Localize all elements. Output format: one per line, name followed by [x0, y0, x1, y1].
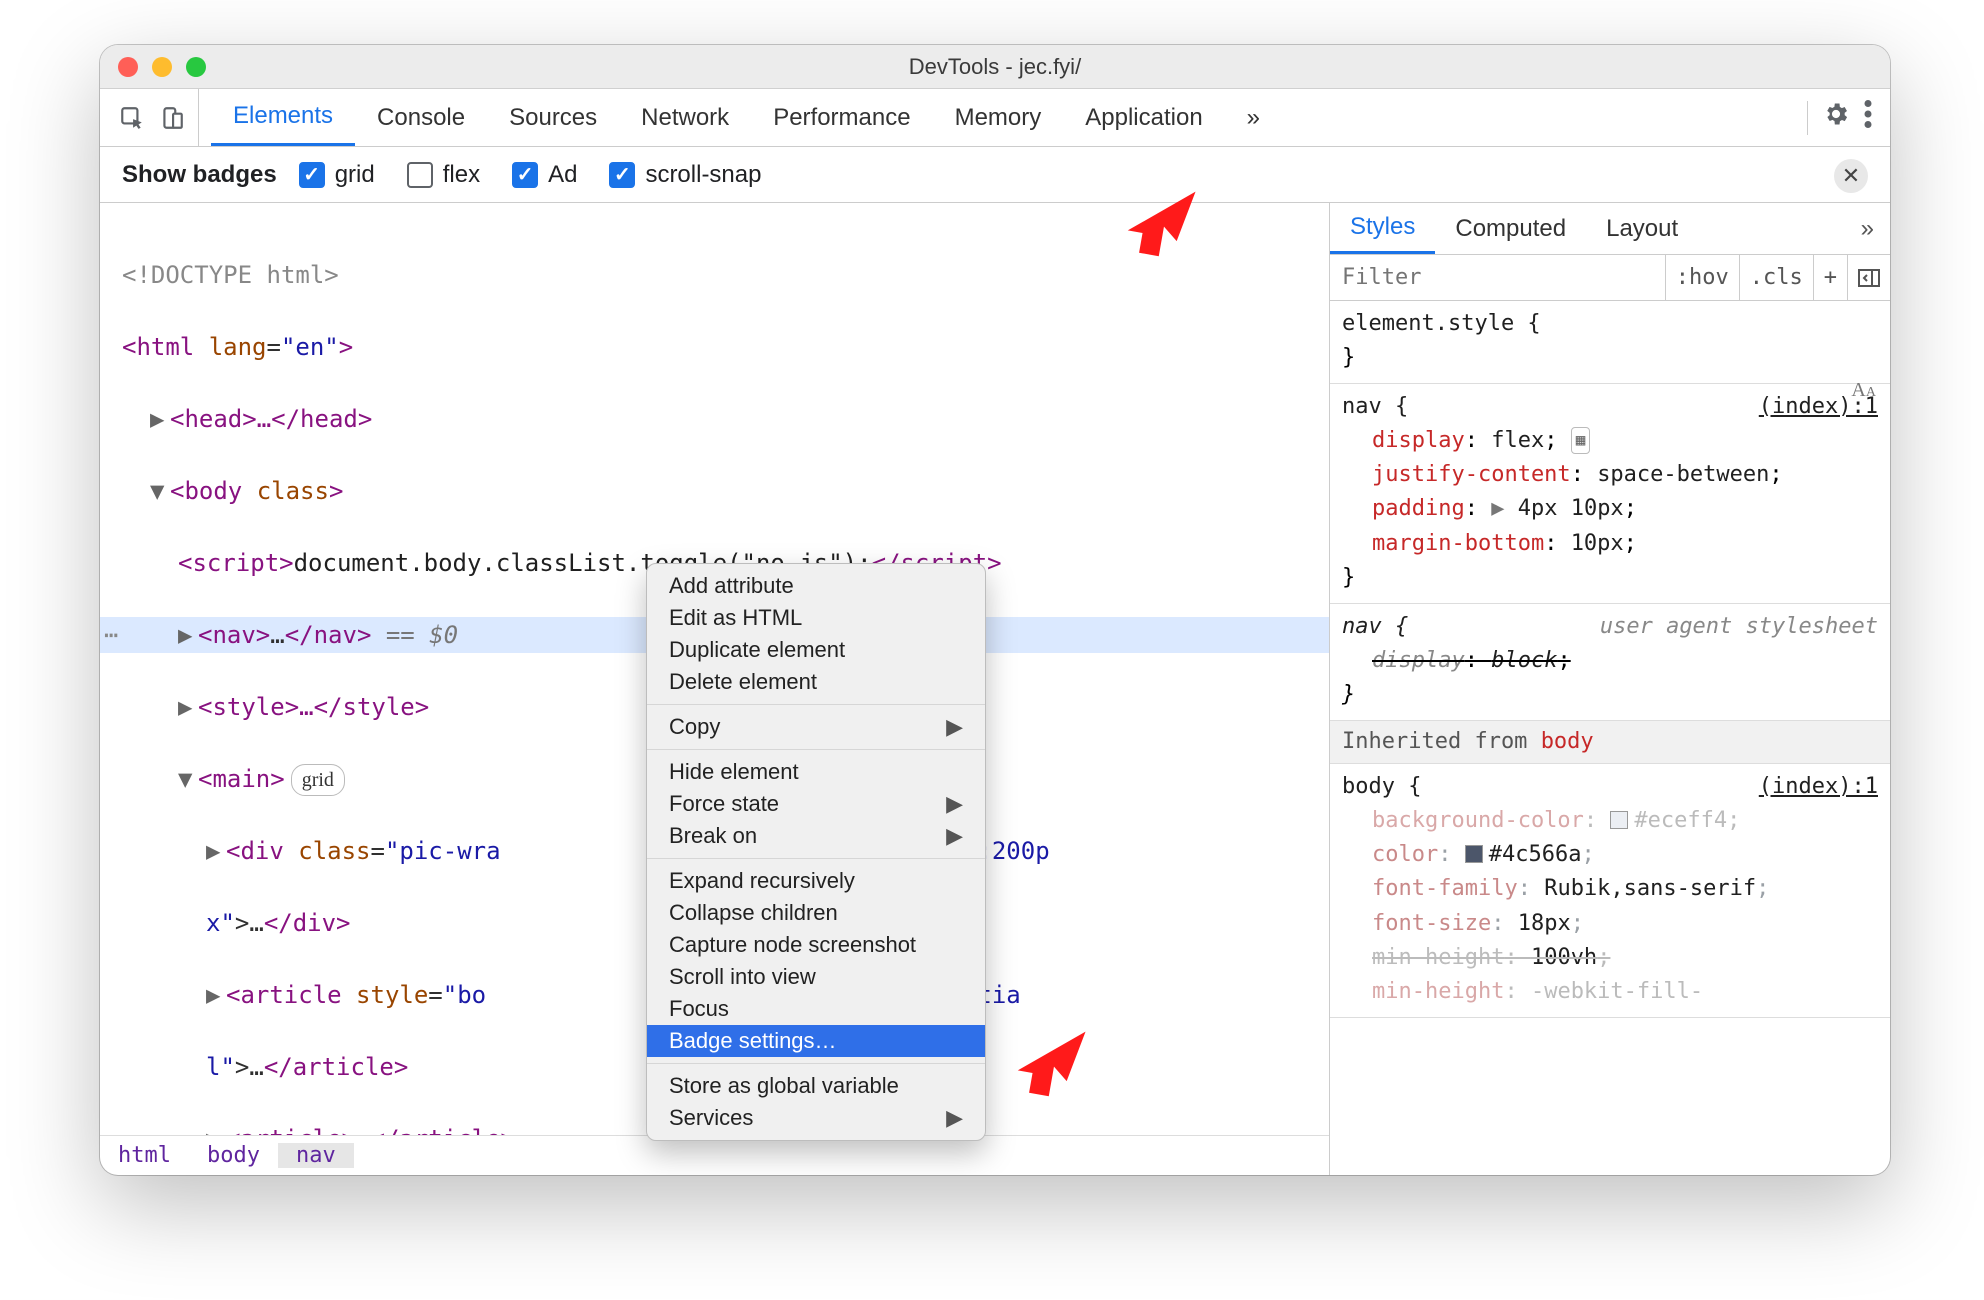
dom-head[interactable]: ▶<head>…</head>: [100, 401, 1329, 437]
prop-padding[interactable]: padding: ▶ 4px 10px;: [1342, 492, 1878, 526]
cls-toggle[interactable]: .cls: [1739, 255, 1813, 300]
ctx-break-on[interactable]: Break on▶: [647, 820, 985, 852]
more-options-icon[interactable]: [1864, 100, 1872, 135]
prop-font-family[interactable]: font-family: Rubik,sans-serif;: [1342, 872, 1878, 906]
ctx-hide-element[interactable]: Hide element: [647, 756, 985, 788]
new-rule-button[interactable]: +: [1813, 255, 1847, 300]
crumb-nav[interactable]: nav: [278, 1143, 354, 1168]
context-menu: Add attribute Edit as HTML Duplicate ele…: [646, 563, 986, 1141]
devtools-window: DevTools - jec.fyi/ Elements Console Sou…: [100, 45, 1890, 1175]
toolbar-right: [1807, 100, 1890, 135]
ctx-duplicate-element[interactable]: Duplicate element: [647, 634, 985, 666]
grid-badge[interactable]: grid: [291, 764, 345, 796]
ctx-services[interactable]: Services▶: [647, 1102, 985, 1134]
color-swatch-icon[interactable]: [1610, 811, 1628, 829]
styles-pane: Styles Computed Layout » :hov .cls + ele…: [1330, 203, 1890, 1175]
rule-nav[interactable]: nav {(index):1 display: flex; ▦ justify-…: [1330, 384, 1890, 604]
device-toolbar-icon[interactable]: [156, 102, 188, 134]
styles-body[interactable]: element.style { } AA nav {(index):1 disp…: [1330, 301, 1890, 1175]
show-badges-bar: Show badges grid flex Ad scroll-snap ✕: [100, 147, 1890, 203]
prop-margin-bottom[interactable]: margin-bottom: 10px;: [1342, 527, 1878, 561]
tab-performance[interactable]: Performance: [751, 89, 932, 146]
flex-editor-icon[interactable]: ▦: [1571, 427, 1591, 454]
styles-filter-row: :hov .cls +: [1330, 255, 1890, 301]
checkbox-scroll-snap[interactable]: [609, 162, 635, 188]
styles-tab-styles[interactable]: Styles: [1330, 203, 1435, 254]
titlebar: DevTools - jec.fyi/: [100, 45, 1890, 89]
ctx-edit-as-html[interactable]: Edit as HTML: [647, 602, 985, 634]
ctx-capture-screenshot[interactable]: Capture node screenshot: [647, 929, 985, 961]
tab-application[interactable]: Application: [1063, 89, 1224, 146]
ctx-copy[interactable]: Copy▶: [647, 711, 985, 743]
prop-display[interactable]: display: flex; ▦: [1342, 424, 1878, 458]
badge-option-flex[interactable]: flex: [407, 161, 480, 189]
ctx-force-state[interactable]: Force state▶: [647, 788, 985, 820]
ctx-collapse-children[interactable]: Collapse children: [647, 897, 985, 929]
rule-body[interactable]: body {(index):1 background-color: #eceff…: [1330, 764, 1890, 1018]
rule-nav-ua[interactable]: nav {user agent stylesheet display: bloc…: [1330, 604, 1890, 721]
submenu-arrow-icon: ▶: [946, 823, 963, 849]
dom-body-open[interactable]: ▼<body class>: [100, 473, 1329, 509]
close-badges-bar-button[interactable]: ✕: [1834, 159, 1868, 193]
tab-network[interactable]: Network: [619, 89, 751, 146]
color-swatch-icon[interactable]: [1465, 845, 1483, 863]
prop-font-size[interactable]: font-size: 18px;: [1342, 907, 1878, 941]
tabs-overflow-icon[interactable]: »: [1225, 89, 1282, 146]
badge-option-ad[interactable]: Ad: [512, 161, 577, 189]
checkbox-ad[interactable]: [512, 162, 538, 188]
main-toolbar: Elements Console Sources Network Perform…: [100, 89, 1890, 147]
sidebar-toggle-icon[interactable]: [1847, 255, 1890, 300]
styles-tab-computed[interactable]: Computed: [1435, 203, 1586, 254]
prop-display-block-ua[interactable]: display: block;: [1342, 644, 1878, 678]
panel-tabs: Elements Console Sources Network Perform…: [211, 89, 1807, 146]
styles-tabs-overflow-icon[interactable]: »: [1861, 215, 1890, 243]
checkbox-flex[interactable]: [407, 162, 433, 188]
tab-elements[interactable]: Elements: [211, 89, 355, 146]
show-badges-label: Show badges: [122, 161, 277, 189]
badge-option-grid[interactable]: grid: [299, 161, 375, 189]
prop-min-height-2[interactable]: min-height: -webkit-fill-: [1342, 975, 1878, 1009]
rule-source-link-body[interactable]: (index):1: [1759, 770, 1878, 804]
prop-bgcolor[interactable]: background-color: #eceff4;: [1342, 804, 1878, 838]
window-title: DevTools - jec.fyi/: [100, 54, 1890, 80]
hov-toggle[interactable]: :hov: [1665, 255, 1739, 300]
crumb-body[interactable]: body: [189, 1143, 278, 1168]
selected-row-gutter-icon: ⋯: [104, 617, 118, 653]
breadcrumbs: html body nav: [100, 1135, 1329, 1175]
ctx-expand-recursively[interactable]: Expand recursively: [647, 865, 985, 897]
ctx-badge-settings[interactable]: Badge settings…: [647, 1025, 985, 1057]
prop-min-height-struck[interactable]: min-height: 100vh;: [1342, 941, 1878, 975]
styles-tab-layout[interactable]: Layout: [1586, 203, 1698, 254]
ctx-focus[interactable]: Focus: [647, 993, 985, 1025]
checkbox-grid[interactable]: [299, 162, 325, 188]
prop-color[interactable]: color: #4c566a;: [1342, 838, 1878, 872]
settings-gear-icon[interactable]: [1822, 100, 1850, 135]
tab-sources[interactable]: Sources: [487, 89, 619, 146]
dom-html-open[interactable]: <html lang="en">: [100, 329, 1329, 365]
styles-filter-input[interactable]: [1330, 265, 1665, 290]
toolbar-left-tools: [100, 89, 199, 146]
ctx-store-global[interactable]: Store as global variable: [647, 1070, 985, 1102]
tab-memory[interactable]: Memory: [933, 89, 1064, 146]
ctx-delete-element[interactable]: Delete element: [647, 666, 985, 698]
styles-tabs: Styles Computed Layout »: [1330, 203, 1890, 255]
crumb-html[interactable]: html: [100, 1143, 189, 1168]
annotation-arrow-top: [1110, 175, 1200, 265]
inspect-element-icon[interactable]: [116, 102, 148, 134]
badge-option-scroll-snap[interactable]: scroll-snap: [609, 161, 761, 189]
submenu-arrow-icon: ▶: [946, 1105, 963, 1131]
ctx-scroll-into-view[interactable]: Scroll into view: [647, 961, 985, 993]
tab-console[interactable]: Console: [355, 89, 487, 146]
submenu-arrow-icon: ▶: [946, 791, 963, 817]
inherited-from-label: Inherited from body: [1330, 721, 1890, 764]
ctx-add-attribute[interactable]: Add attribute: [647, 570, 985, 602]
rule-element-style[interactable]: element.style { } AA: [1330, 301, 1890, 384]
main-split: <!DOCTYPE html> <html lang="en"> ▶<head>…: [100, 203, 1890, 1175]
submenu-arrow-icon: ▶: [946, 714, 963, 740]
font-contrast-icon[interactable]: AA: [1851, 375, 1876, 406]
prop-justify-content[interactable]: justify-content: space-between;: [1342, 458, 1878, 492]
annotation-arrow-bottom: [1000, 1015, 1090, 1105]
